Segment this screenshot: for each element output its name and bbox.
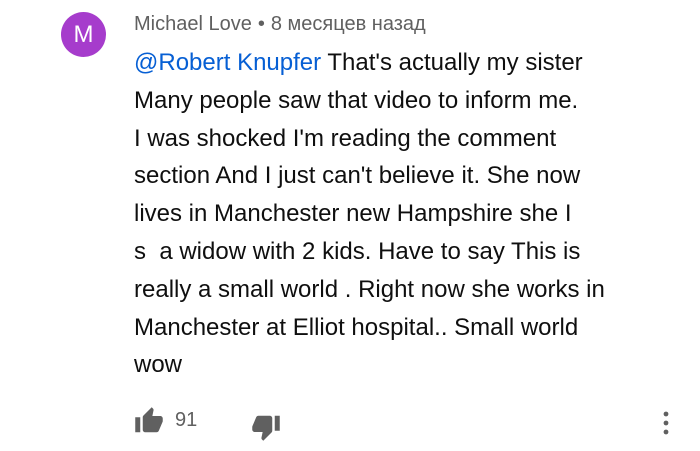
comment-line: I was shocked I'm reading the comment	[134, 124, 557, 152]
author-name[interactable]: Michael Love	[134, 13, 252, 35]
comment-line: @Robert Knupfer That's actually my siste…	[134, 44, 674, 82]
separator-dot: •	[257, 13, 265, 35]
like-count: 91	[175, 409, 198, 431]
comment-line: Many people saw that video to inform me.	[134, 86, 579, 114]
comment-line: really a small world . Right now she wor…	[134, 275, 605, 303]
like-button[interactable]	[134, 406, 164, 436]
dislike-button[interactable]	[251, 412, 281, 442]
timestamp[interactable]: 8 месяцев назад	[271, 13, 426, 35]
comment-line: Manchester at Elliot hospital.. Small wo…	[134, 313, 579, 341]
comment-header: Michael Love • 8 месяцев назад	[134, 10, 426, 38]
thumb-down-icon	[252, 415, 280, 441]
comment-line-text: That's actually my sister	[321, 49, 583, 76]
avatar[interactable]: M	[61, 12, 106, 57]
comment-line: section And I just can't believe it. She…	[134, 162, 581, 190]
comment-line: s a widow with 2 kids. Have to say This …	[134, 237, 581, 265]
mention-link[interactable]: @Robert Knupfer	[134, 49, 321, 76]
comment-line: wow	[134, 351, 183, 379]
comment: M Michael Love • 8 месяцев назад @Robert K…	[0, 0, 700, 451]
comment-text: @Robert Knupfer That's actually my siste…	[134, 44, 674, 384]
more-options-button[interactable]	[656, 408, 676, 438]
comment-line: lives in Manchester new Hampshire she I	[134, 200, 572, 228]
more-vertical-icon	[663, 411, 669, 435]
thumb-up-icon	[135, 407, 163, 433]
